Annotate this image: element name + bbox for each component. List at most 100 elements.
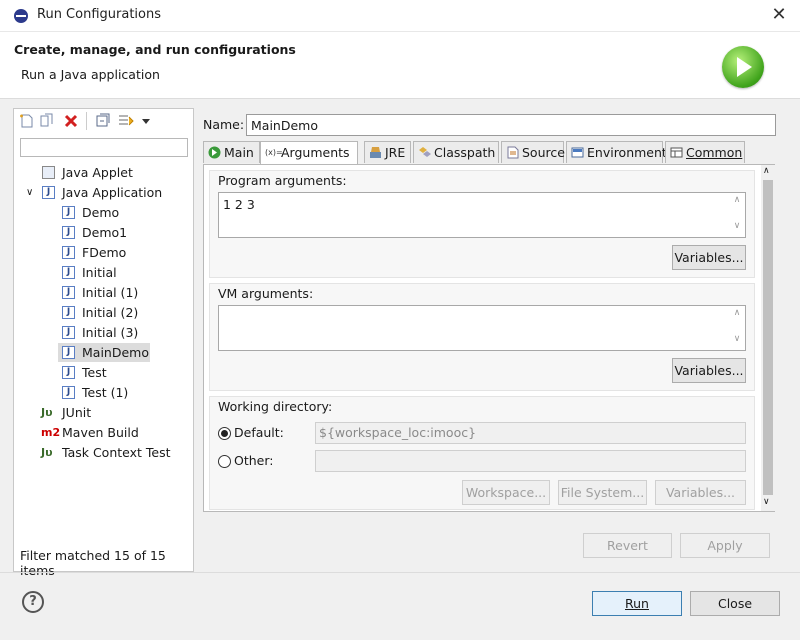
window-title: Run Configurations <box>37 7 161 22</box>
title-bar: Run Configurations ✕ <box>0 0 800 32</box>
apply-button[interactable]: Apply <box>680 533 770 558</box>
tab-common[interactable]: Common <box>665 141 745 163</box>
filter-icon[interactable] <box>118 113 134 129</box>
dialog-header: Create, manage, and run configurations R… <box>0 32 800 98</box>
java-class-icon: J <box>62 306 75 319</box>
classpath-icon <box>419 147 431 157</box>
tree-item-label: Java Applet <box>62 165 133 180</box>
delete-icon[interactable] <box>63 113 79 129</box>
vm-arguments-field[interactable]: ∧ ∨ <box>218 305 746 351</box>
jre-icon <box>370 147 381 158</box>
tree-item-label: Demo1 <box>82 225 128 240</box>
vertical-scrollbar[interactable]: ∧ ∨ <box>761 165 775 511</box>
tree-item-label: Initial (3) <box>82 325 139 340</box>
close-window-button[interactable]: ✕ <box>768 3 790 27</box>
other-radio[interactable] <box>218 455 231 468</box>
scroll-down-icon[interactable]: ∨ <box>731 334 743 344</box>
java-class-icon: J <box>62 346 75 359</box>
java-class-icon: J <box>62 266 75 279</box>
name-field[interactable]: MainDemo <box>246 114 776 136</box>
run-green-icon <box>722 46 764 88</box>
arguments-tab-content: Program arguments: 1 2 3 ∧ ∨ Variables..… <box>203 164 775 512</box>
java-class-icon: J <box>62 366 75 379</box>
name-label: Name: <box>203 117 245 132</box>
program-arguments-value: 1 2 3 <box>223 197 255 212</box>
environment-icon <box>571 147 584 158</box>
tree-item-label: MainDemo <box>82 345 149 360</box>
filter-input[interactable] <box>20 138 188 157</box>
java-application-icon: J <box>42 186 55 199</box>
tree-item-label: FDemo <box>82 245 127 260</box>
tree-item-label: Maven Build <box>62 425 139 440</box>
header-divider <box>0 98 800 99</box>
run-button-label: Run <box>625 596 649 611</box>
main-tab-icon <box>208 146 221 159</box>
tab-label: Arguments <box>281 145 350 160</box>
help-icon[interactable]: ? <box>22 591 44 613</box>
java-class-icon: J <box>62 326 75 339</box>
configuration-tree-panel: Java Applet ∨ J Java Application J Demo … <box>13 108 194 578</box>
revert-button[interactable]: Revert <box>583 533 672 558</box>
scrollbar-thumb[interactable] <box>763 180 773 495</box>
tab-label: JRE <box>385 145 406 160</box>
tab-main[interactable]: Main <box>203 141 260 163</box>
scroll-up-icon[interactable]: ∧ <box>763 166 770 176</box>
working-dir-variables-button[interactable]: Variables... <box>655 480 746 505</box>
tree-item-label: Java Application <box>62 185 163 200</box>
scroll-down-icon[interactable]: ∨ <box>763 497 770 507</box>
chevron-down-icon[interactable]: ∨ <box>26 183 33 202</box>
view-menu-icon[interactable] <box>138 113 154 129</box>
scroll-up-icon[interactable]: ∧ <box>731 308 743 318</box>
close-button[interactable]: Close <box>690 591 780 616</box>
default-radio[interactable] <box>218 427 231 440</box>
filter-status-text: Filter matched 15 of 15 items <box>20 548 166 578</box>
toolbar-divider <box>86 112 87 130</box>
tree-item-label: Test (1) <box>82 385 129 400</box>
tab-jre[interactable]: JRE <box>364 141 411 163</box>
java-class-icon: J <box>62 206 75 219</box>
tree-item-label: Demo <box>82 205 120 220</box>
default-label: Default: <box>234 425 284 440</box>
workspace-button[interactable]: Workspace... <box>462 480 550 505</box>
duplicate-icon[interactable] <box>39 113 55 129</box>
default-directory-field: ${workspace_loc:imooc} <box>315 422 746 444</box>
file-system-button[interactable]: File System... <box>558 480 647 505</box>
program-arguments-field[interactable]: 1 2 3 ∧ ∨ <box>218 192 746 238</box>
tree-item-maindemo-selected[interactable]: J MainDemo <box>58 343 150 362</box>
collapse-all-icon[interactable] <box>95 113 111 129</box>
common-icon <box>670 147 683 158</box>
configuration-tabs: Main (x)= Arguments JRE Classpath Source… <box>203 141 775 512</box>
other-label: Other: <box>234 453 274 468</box>
vm-arguments-group: VM arguments: ∧ ∨ Variables... <box>209 283 755 391</box>
eclipse-icon <box>14 9 28 23</box>
tree-item-label: Test <box>82 365 107 380</box>
tab-arguments[interactable]: (x)= Arguments <box>260 141 358 165</box>
tab-environment[interactable]: Environment <box>566 141 667 163</box>
header-subtitle: Run a Java application <box>21 67 160 82</box>
scroll-down-icon[interactable]: ∨ <box>731 221 743 231</box>
maven-icon: m2 <box>41 426 61 439</box>
tree-item-label: Task Context Test <box>62 445 171 460</box>
footer-divider <box>0 572 800 573</box>
run-button[interactable]: Run <box>592 591 682 616</box>
tree-toolbar <box>14 109 193 133</box>
vm-variables-button[interactable]: Variables... <box>672 358 746 383</box>
program-arguments-group: Program arguments: 1 2 3 ∧ ∨ Variables..… <box>209 170 755 278</box>
java-class-icon: J <box>62 286 75 299</box>
working-directory-label: Working directory: <box>218 399 333 414</box>
working-directory-group: Working directory: Default: ${workspace_… <box>209 396 755 510</box>
tab-label: Source <box>522 145 565 160</box>
arguments-icon: (x)= <box>265 148 283 157</box>
program-variables-button[interactable]: Variables... <box>672 245 746 270</box>
tab-label: Classpath <box>434 145 496 160</box>
task-context-icon: Jυ <box>41 446 53 459</box>
tab-label: Common <box>686 145 743 160</box>
new-config-icon[interactable] <box>19 113 35 129</box>
program-arguments-label: Program arguments: <box>218 173 347 188</box>
tree-item-label: Initial (1) <box>82 285 139 300</box>
tab-classpath[interactable]: Classpath <box>413 141 499 163</box>
scroll-up-icon[interactable]: ∧ <box>731 195 743 205</box>
junit-icon: Jυ <box>41 406 53 419</box>
tab-source[interactable]: Source <box>501 141 565 163</box>
vm-arguments-label: VM arguments: <box>218 286 314 301</box>
